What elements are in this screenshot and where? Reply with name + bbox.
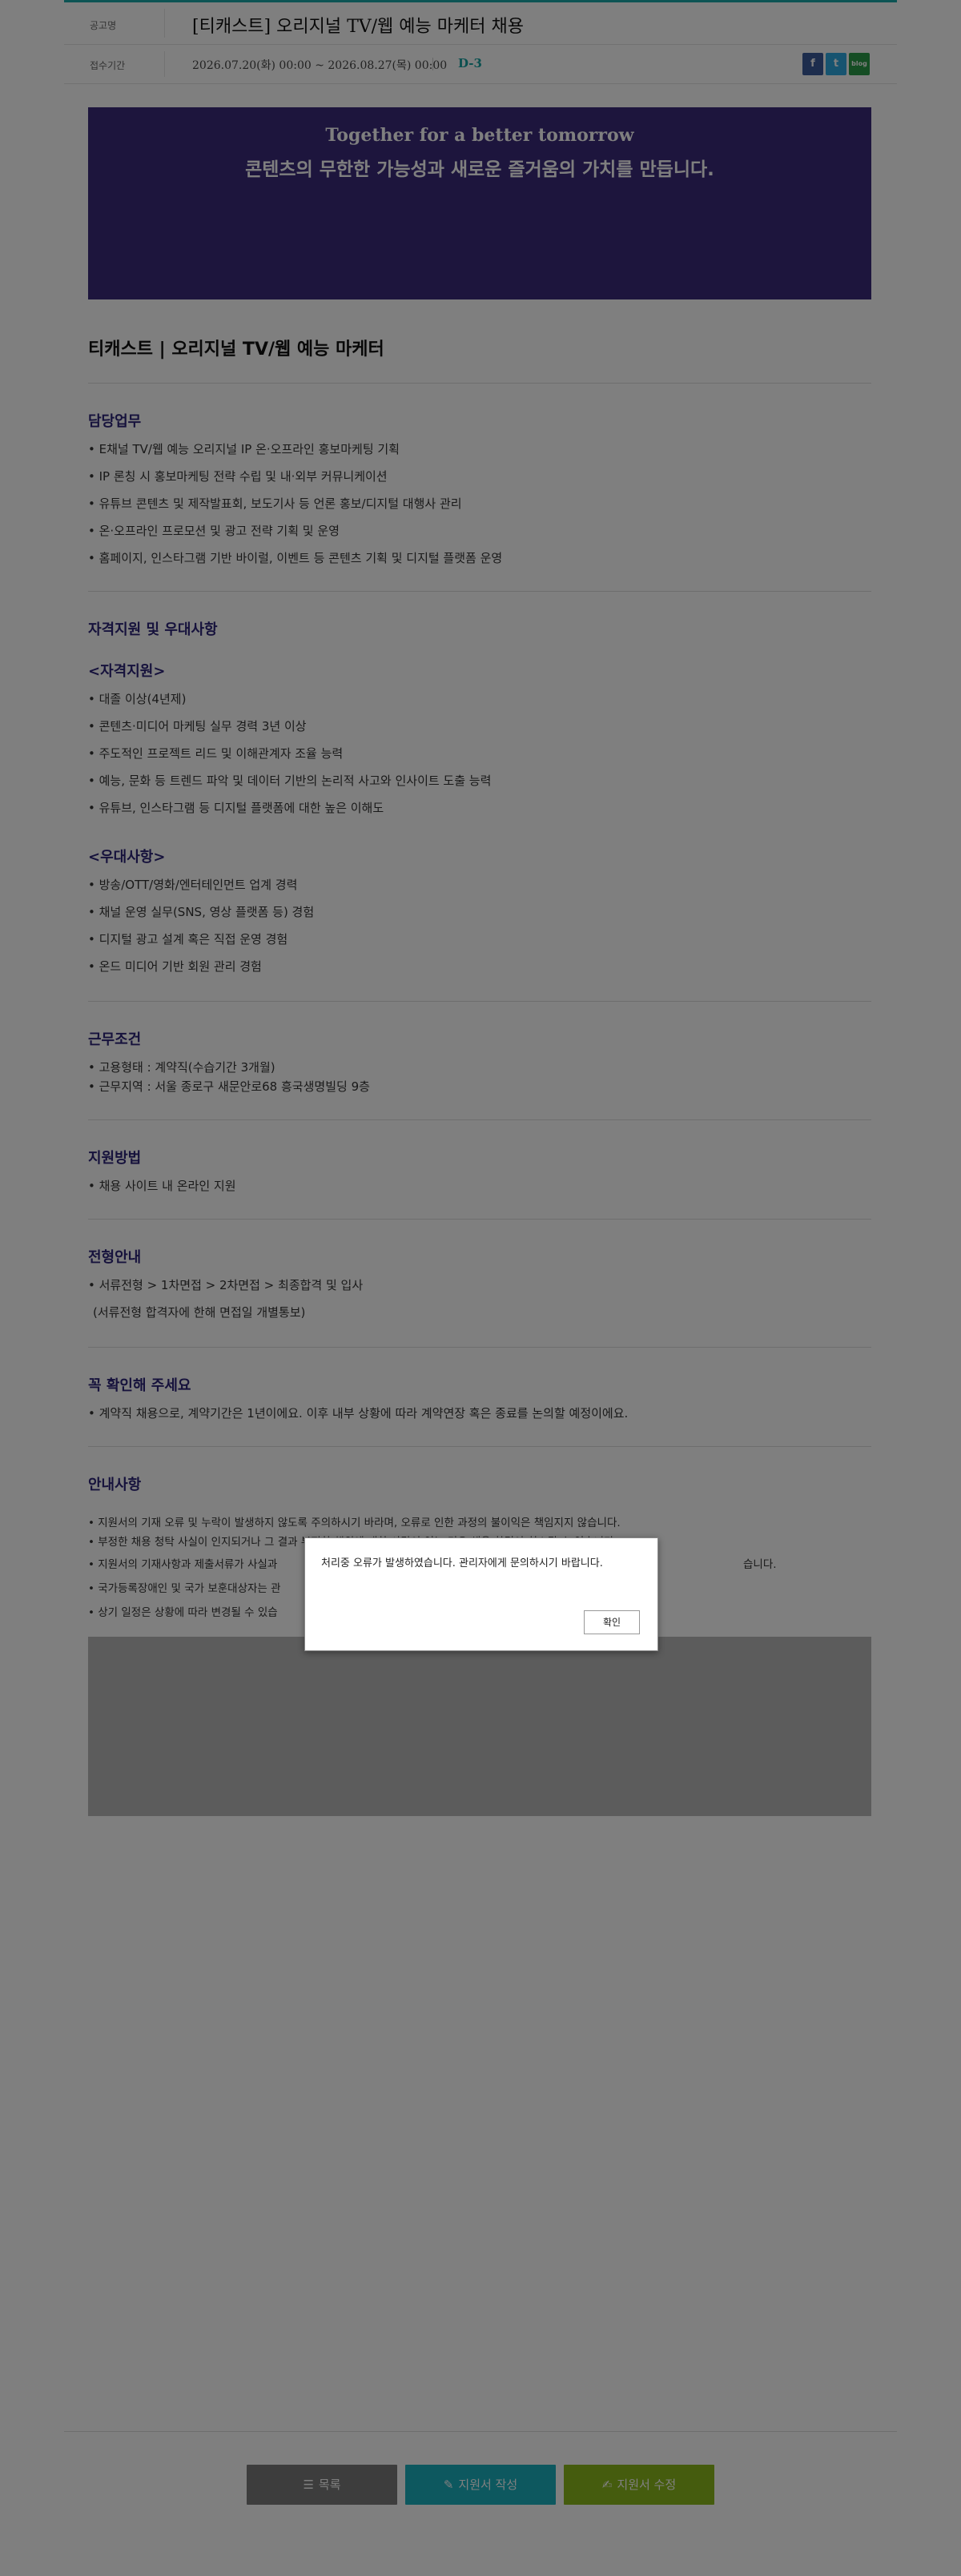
confirm-button[interactable]: 확인 xyxy=(584,1610,640,1634)
error-dialog: 처리중 오류가 발생하였습니다. 관리자에게 문의하시기 바랍니다. 확인 xyxy=(304,1537,658,1651)
modal-overlay xyxy=(0,0,961,2576)
dialog-message: 처리중 오류가 발생하였습니다. 관리자에게 문의하시기 바랍니다. xyxy=(321,1557,603,1569)
